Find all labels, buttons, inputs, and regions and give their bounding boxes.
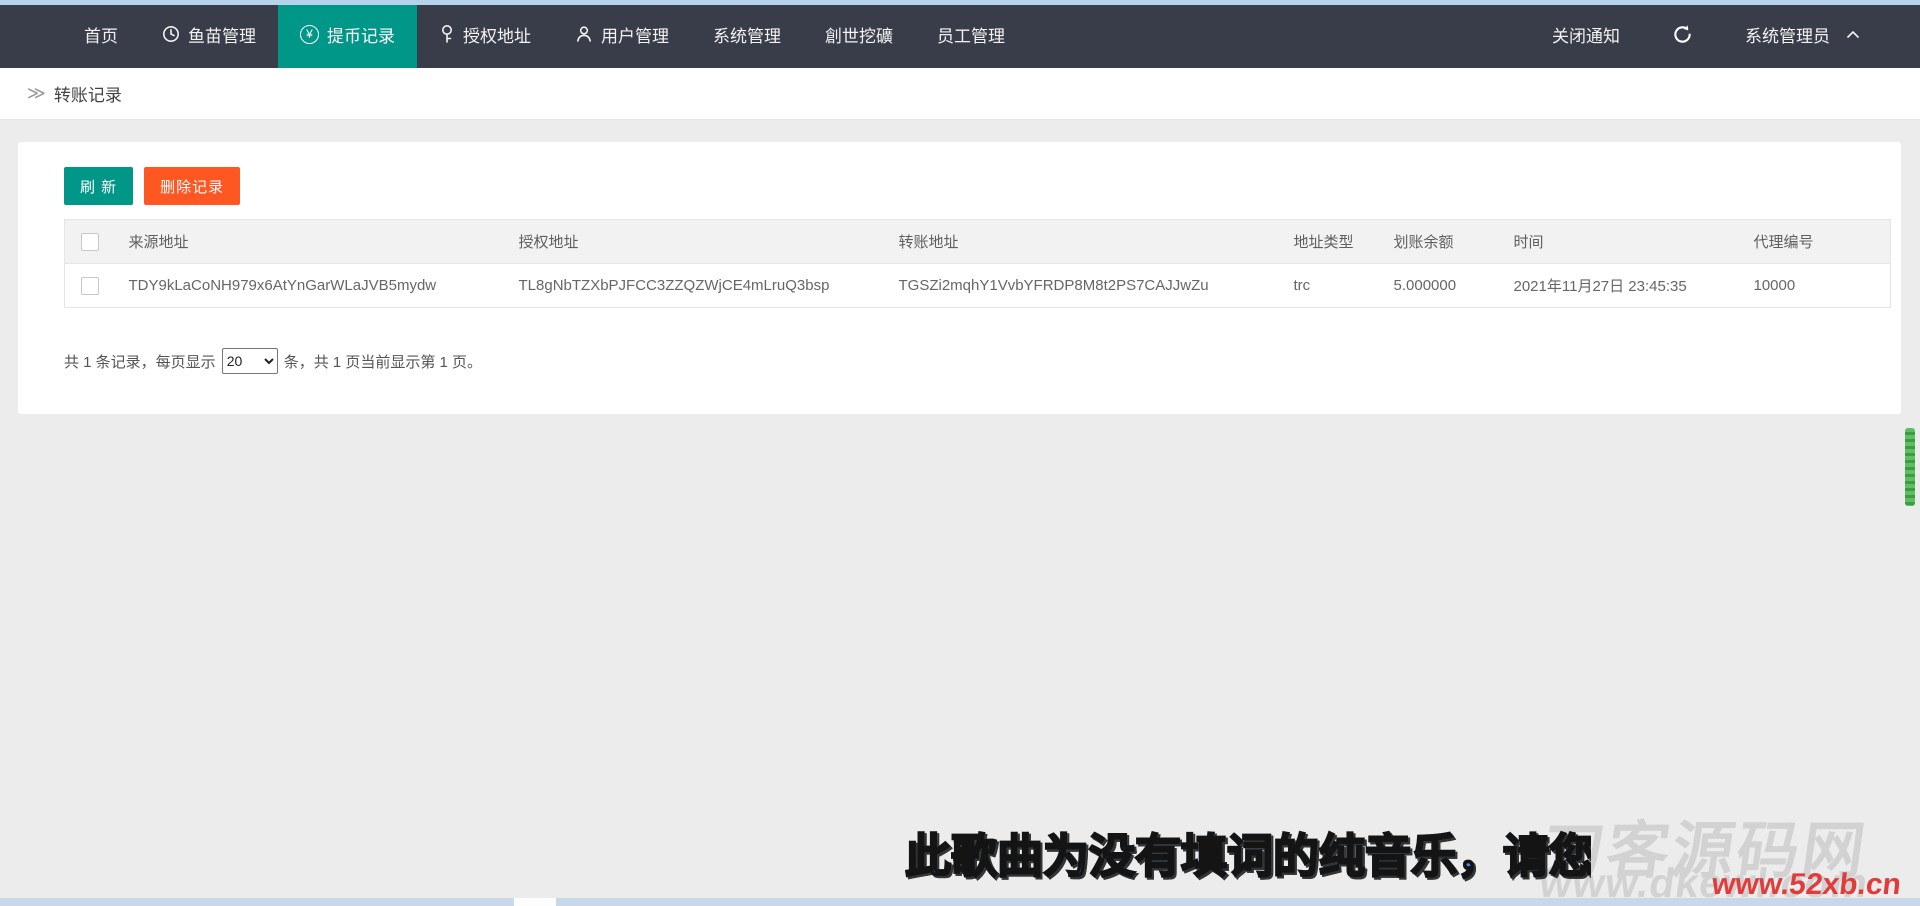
nav-label: 鱼苗管理 — [188, 22, 256, 47]
page: 首页 鱼苗管理 ¥ 提币记录 授权地址 — [0, 0, 1920, 906]
delete-records-button[interactable]: 删除记录 — [144, 167, 240, 205]
user-icon — [575, 25, 593, 43]
nav-label: 授权地址 — [463, 22, 531, 47]
cell-time: 2021年11月27日 23:45:35 — [1514, 264, 1754, 308]
nav-label: 用户管理 — [601, 22, 669, 47]
top-navbar: 首页 鱼苗管理 ¥ 提币记录 授权地址 — [0, 0, 1920, 68]
pagination: 共 1 条记录，每页显示 20 条，共 1 页当前显示第 1 页。 — [64, 348, 1871, 374]
cell-source-address: TDY9kLaCoNH979x6AtYnGarWLaJVB5mydw — [129, 264, 519, 308]
chevron-up-icon — [1846, 30, 1860, 39]
nav-label: 员工管理 — [937, 22, 1005, 47]
cell-transfer-address: TGSZi2mqhY1VvbYFRDP8M8t2PS7CAJJwZu — [899, 264, 1294, 308]
nav-item-system-management[interactable]: 系统管理 — [691, 0, 803, 68]
nav-label: 提币记录 — [327, 22, 395, 47]
nav-right: 关闭通知 系统管理员 — [1526, 0, 1920, 68]
nav-label: 首页 — [84, 22, 118, 47]
table-header-row: 来源地址 授权地址 转账地址 地址类型 划账余额 时间 代理编号 — [65, 220, 1891, 264]
pagination-prefix: 共 1 条记录，每页显示 — [64, 351, 216, 372]
page-size-select[interactable]: 20 — [222, 348, 278, 374]
nav-item-fry-management[interactable]: 鱼苗管理 — [140, 0, 278, 68]
row-checkbox[interactable] — [81, 277, 99, 295]
key-icon — [439, 24, 455, 44]
nav-menu: 首页 鱼苗管理 ¥ 提币记录 授权地址 — [0, 0, 1027, 68]
yen-circle-icon: ¥ — [300, 25, 319, 44]
pagination-suffix: 条，共 1 页当前显示第 1 页。 — [284, 351, 482, 372]
video-progress-notch — [514, 898, 556, 906]
nav-item-home[interactable]: 首页 — [62, 0, 140, 68]
col-agent-number: 代理编号 — [1754, 220, 1891, 264]
double-chevron-icon: ≫ — [27, 83, 46, 104]
close-notice-button[interactable]: 关闭通知 — [1526, 22, 1646, 47]
user-menu[interactable]: 系统管理员 — [1719, 22, 1886, 47]
top-strip — [0, 0, 1920, 5]
col-transfer-address: 转账地址 — [899, 220, 1294, 264]
select-all-checkbox[interactable] — [81, 233, 99, 251]
col-source-address: 来源地址 — [129, 220, 519, 264]
toolbar: 刷 新 删除记录 — [64, 167, 1871, 205]
scrollbar-thumb[interactable] — [1905, 428, 1915, 506]
table-row: TDY9kLaCoNH979x6AtYnGarWLaJVB5mydw TL8gN… — [65, 264, 1891, 308]
nav-label: 系统管理 — [713, 22, 781, 47]
watermark-url-red: www.52xb.cn — [1710, 868, 1903, 902]
cell-address-type: trc — [1294, 264, 1394, 308]
bottom-strip — [0, 898, 1920, 906]
nav-item-genesis-mining[interactable]: 創世挖礦 — [803, 0, 915, 68]
cell-authorized-address: TL8gNbTZXbPJFCC3ZZQZWjCE4mLruQ3bsp — [519, 264, 899, 308]
breadcrumb: ≫ 转账记录 — [0, 68, 1920, 120]
nav-label: 关闭通知 — [1552, 22, 1620, 47]
clock-icon — [162, 25, 180, 43]
subtitle-text: 此歌曲为没有填词的纯音乐，请您欣 — [905, 830, 1591, 882]
nav-label: 創世挖礦 — [825, 22, 893, 47]
nav-item-withdraw-records[interactable]: ¥ 提币记录 — [278, 0, 417, 68]
user-name: 系统管理员 — [1745, 22, 1830, 47]
refresh-icon[interactable] — [1646, 24, 1719, 45]
nav-item-staff-management[interactable]: 员工管理 — [915, 0, 1027, 68]
col-time: 时间 — [1514, 220, 1754, 264]
col-authorized-address: 授权地址 — [519, 220, 899, 264]
cell-agent-number: 10000 — [1754, 264, 1891, 308]
page-title: 转账记录 — [54, 81, 122, 106]
refresh-button[interactable]: 刷 新 — [64, 167, 133, 205]
records-card: 刷 新 删除记录 来源地址 授权地址 转账地址 地址类型 划账余额 时间 代理编… — [17, 141, 1902, 415]
col-debit-balance: 划账余额 — [1394, 220, 1514, 264]
col-address-type: 地址类型 — [1294, 220, 1394, 264]
nav-item-user-management[interactable]: 用户管理 — [553, 0, 691, 68]
nav-item-authorized-address[interactable]: 授权地址 — [417, 0, 553, 68]
transfer-records-table: 来源地址 授权地址 转账地址 地址类型 划账余额 时间 代理编号 TDY9kLa… — [64, 219, 1891, 308]
video-subtitle: 此歌曲为没有填词的纯音乐，请您欣 — [905, 826, 1591, 892]
cell-debit-balance: 5.000000 — [1394, 264, 1514, 308]
